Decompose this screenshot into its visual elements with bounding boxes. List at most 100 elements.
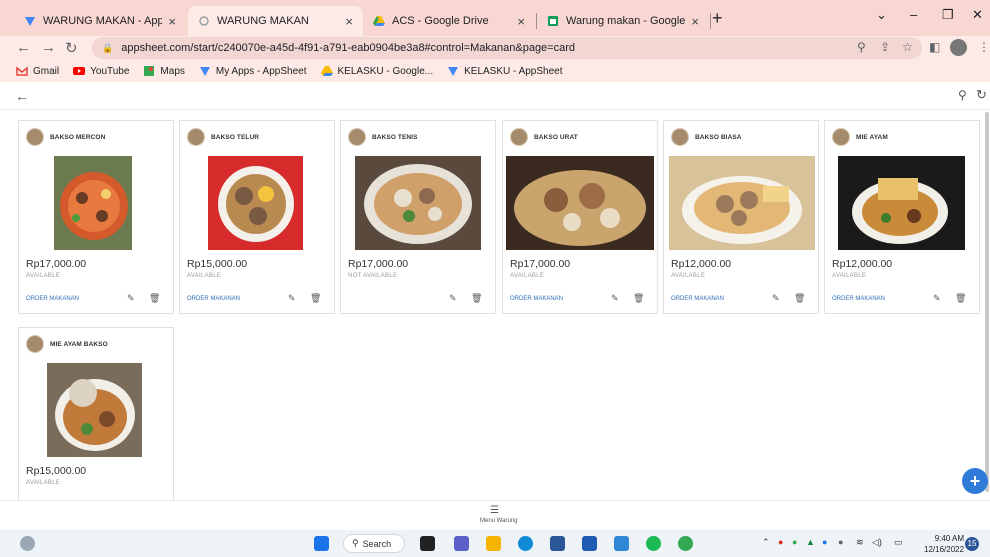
bottom-navigation: ☰ Menu Warung: [0, 500, 990, 530]
side-panel-icon[interactable]: ◧: [929, 40, 940, 54]
menu-card[interactable]: MIE AYAM Rp12,000.00 AVAILABLE ORDER MAK…: [824, 120, 980, 314]
trash-icon[interactable]: 🗑: [149, 293, 160, 304]
tray-app-icon[interactable]: ●: [792, 537, 797, 547]
tray-drive-icon[interactable]: ▲: [806, 537, 815, 547]
trash-icon[interactable]: 🗑: [310, 293, 321, 304]
forward-arrow-icon[interactable]: →: [41, 39, 56, 56]
volume-icon[interactable]: ◁): [872, 537, 882, 548]
food-thumbnail: [671, 128, 689, 146]
close-window-button[interactable]: ✕: [972, 7, 983, 23]
edge-icon[interactable]: [518, 536, 533, 551]
card-title: MIE AYAM: [856, 133, 888, 141]
new-tab-button[interactable]: +: [712, 8, 723, 29]
spotify-icon[interactable]: [646, 536, 661, 551]
bookmark-gmail[interactable]: Gmail: [16, 65, 59, 77]
bookmark-my-apps[interactable]: My Apps - AppSheet: [199, 65, 307, 77]
trash-icon[interactable]: 🗑: [633, 293, 644, 304]
edit-icon[interactable]: ✎: [449, 293, 457, 304]
address-bar[interactable]: 🔒 appsheet.com/start/c240070e-a45d-4f91-…: [92, 37, 922, 59]
bookmark-youtube[interactable]: YouTube: [73, 65, 129, 77]
vscode-icon[interactable]: [614, 536, 629, 551]
tray-app-icon[interactable]: ●: [838, 537, 843, 547]
word-icon[interactable]: [582, 536, 597, 551]
tray-app-icon[interactable]: ●: [778, 537, 783, 547]
edit-icon[interactable]: ✎: [933, 293, 941, 304]
store-icon[interactable]: [550, 536, 565, 551]
list-icon[interactable]: ☰: [490, 505, 499, 516]
tab-close-button[interactable]: ×: [517, 14, 525, 29]
availability-status: AVAILABLE: [510, 273, 545, 279]
zoom-icon[interactable]: ⚲: [857, 40, 866, 54]
menu-kebab-icon[interactable]: ⋮: [978, 40, 990, 54]
menu-card[interactable]: MIE AYAM BAKSO Rp15,000.00 AVAILABLE: [18, 327, 174, 502]
back-arrow-icon[interactable]: ←: [16, 39, 31, 56]
edit-icon[interactable]: ✎: [127, 293, 135, 304]
bookmark-kelasku-google[interactable]: KELASKU - Google...: [320, 65, 433, 77]
sync-icon[interactable]: ↻: [976, 87, 987, 103]
availability-status: AVAILABLE: [26, 273, 61, 279]
share-icon[interactable]: ⇪: [880, 40, 890, 54]
add-button[interactable]: +: [962, 468, 988, 494]
widgets-icon[interactable]: [20, 536, 35, 551]
tab-google-sheets[interactable]: Warung makan - Google Spreads ×: [537, 6, 709, 36]
trash-icon[interactable]: 🗑: [955, 293, 966, 304]
url-text: appsheet.com/start/c240070e-a45d-4f91-a7…: [121, 42, 576, 54]
search-icon[interactable]: ⚲: [958, 88, 967, 102]
order-makanan-link[interactable]: ORDER MAKANAN: [832, 296, 885, 302]
taskbar-clock[interactable]: 9:40 AM 12/16/2022: [924, 533, 964, 555]
tab-title: Warung makan - Google Spreads: [566, 15, 686, 27]
card-title: BAKSO TENIS: [372, 133, 418, 141]
tab-close-button[interactable]: ×: [345, 14, 353, 29]
price: Rp15,000.00: [26, 465, 87, 477]
start-icon[interactable]: [314, 536, 329, 551]
price: Rp12,000.00: [671, 258, 732, 270]
food-photo: [208, 156, 303, 250]
bookmark-label: KELASKU - AppSheet: [464, 65, 563, 77]
food-photo: [506, 156, 654, 250]
tray-bluetooth-icon[interactable]: ●: [822, 537, 827, 547]
menu-card[interactable]: BAKSO MERCON Rp17,000.00 AVAILABLE ORDER…: [18, 120, 174, 314]
trash-icon[interactable]: 🗑: [471, 293, 482, 304]
trash-icon[interactable]: 🗑: [794, 293, 805, 304]
profile-avatar[interactable]: [950, 39, 967, 56]
tab-warung-appsheet[interactable]: WARUNG MAKAN - AppSheet ×: [14, 6, 186, 36]
wifi-icon[interactable]: ≋: [856, 537, 864, 548]
reload-icon[interactable]: ↻: [65, 39, 78, 57]
order-makanan-link[interactable]: ORDER MAKANAN: [26, 296, 79, 302]
tab-warung-makan[interactable]: WARUNG MAKAN ×: [188, 6, 363, 36]
scrollbar[interactable]: [985, 112, 989, 492]
file-explorer-icon[interactable]: [486, 536, 501, 551]
edit-icon[interactable]: ✎: [772, 293, 780, 304]
order-makanan-link[interactable]: ORDER MAKANAN: [510, 296, 563, 302]
teams-icon[interactable]: [454, 536, 469, 551]
bookmark-label: Maps: [160, 65, 185, 77]
search-label: Search: [362, 538, 392, 549]
tab-close-button[interactable]: ×: [691, 14, 699, 29]
order-makanan-link[interactable]: ORDER MAKANAN: [187, 296, 240, 302]
menu-card[interactable]: BAKSO URAT Rp17,000.00 AVAILABLE ORDER M…: [502, 120, 658, 314]
bookmark-maps[interactable]: Maps: [143, 65, 185, 77]
edit-icon[interactable]: ✎: [288, 293, 296, 304]
task-view-icon[interactable]: [420, 536, 435, 551]
tab-search-icon[interactable]: ⌄: [876, 7, 887, 23]
app-back-icon[interactable]: ←: [15, 88, 29, 104]
tab-google-drive[interactable]: ACS - Google Drive ×: [363, 6, 535, 36]
menu-card[interactable]: BAKSO TELUR Rp15,000.00 AVAILABLE ORDER …: [179, 120, 335, 314]
menu-card[interactable]: BAKSO BIASA Rp12,000.00 AVAILABLE ORDER …: [663, 120, 819, 314]
restore-button[interactable]: ❐: [942, 7, 954, 23]
chrome-icon[interactable]: [678, 536, 693, 551]
battery-icon[interactable]: ▭: [894, 537, 903, 548]
minimize-button[interactable]: –: [910, 7, 917, 22]
edit-icon[interactable]: ✎: [611, 293, 619, 304]
taskbar-search[interactable]: ⚲ Search: [343, 534, 405, 553]
food-thumbnail: [510, 128, 528, 146]
bookmark-star-icon[interactable]: ☆: [902, 40, 913, 54]
availability-status: AVAILABLE: [832, 273, 867, 279]
order-makanan-link[interactable]: ORDER MAKANAN: [671, 296, 724, 302]
tab-close-button[interactable]: ×: [168, 14, 176, 29]
notification-badge[interactable]: 15: [965, 537, 979, 551]
tray-overflow-icon[interactable]: ⌃: [762, 537, 770, 548]
bookmark-kelasku-appsheet[interactable]: KELASKU - AppSheet: [447, 65, 563, 77]
nav-label[interactable]: Menu Warung: [480, 518, 517, 524]
menu-card[interactable]: BAKSO TENIS Rp17,000.00 NOT AVAILABLE ✎ …: [340, 120, 496, 314]
